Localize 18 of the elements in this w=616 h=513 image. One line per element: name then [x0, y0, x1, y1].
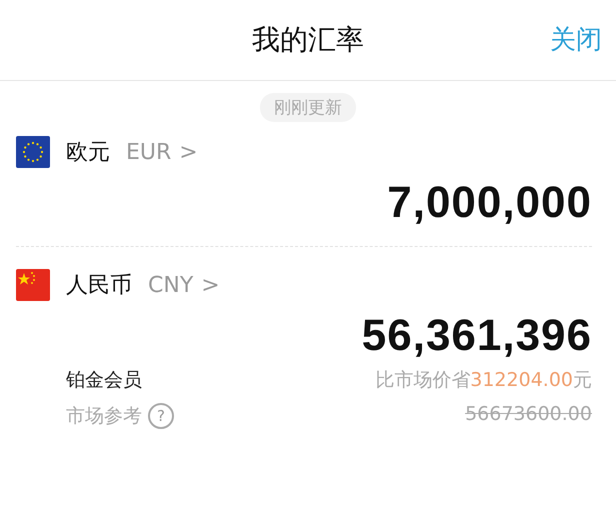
membership-label: 铂金会员: [66, 368, 143, 393]
market-price: 56673600.00: [465, 403, 592, 425]
help-icon[interactable]: ?: [148, 403, 174, 429]
currency-code[interactable]: EUR: [126, 140, 172, 164]
flag-icon: [16, 136, 50, 168]
currency-name[interactable]: 欧元: [66, 137, 110, 167]
amount-value[interactable]: 7,000,000: [16, 178, 592, 228]
currency-code[interactable]: CNY: [148, 272, 194, 298]
flag-icon: [16, 269, 50, 301]
amount-value[interactable]: 56,361,396: [16, 311, 592, 361]
chevron-icon[interactable]: >: [179, 140, 198, 164]
savings-text: 比市场价省312204.00元: [375, 368, 592, 393]
page-title: 我的汇率: [252, 22, 364, 58]
update-status-badge: 刚刚更新: [260, 93, 356, 122]
chevron-icon[interactable]: >: [201, 272, 220, 298]
close-button[interactable]: 关闭: [550, 22, 602, 57]
currency-name[interactable]: 人民币: [66, 270, 132, 300]
reference-label: 市场参考: [66, 404, 142, 429]
